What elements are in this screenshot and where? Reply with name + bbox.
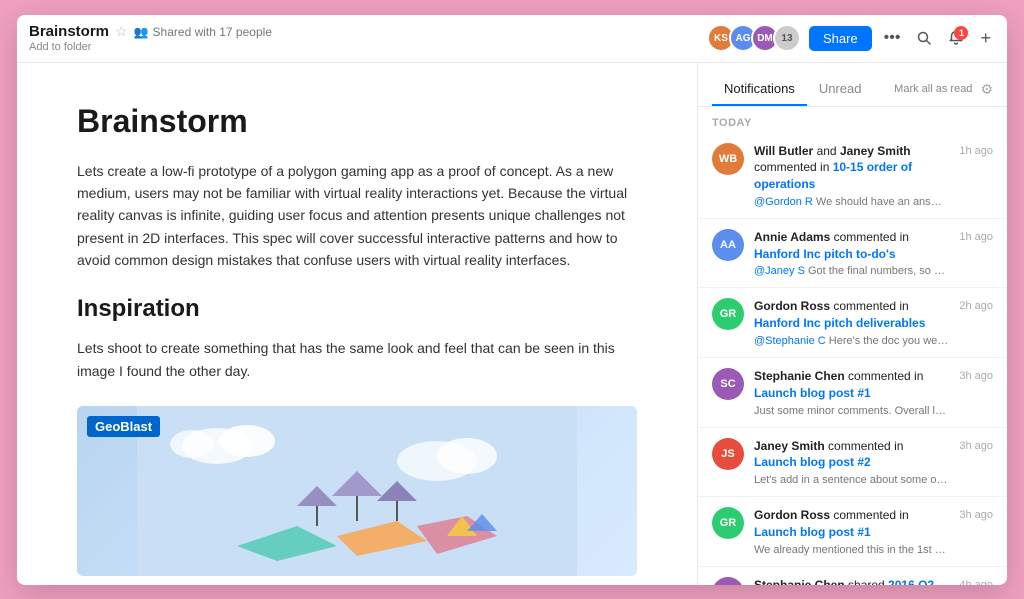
notif-content: Will Butler and Janey Smith commented in… bbox=[754, 143, 949, 208]
notif-time: 1h ago bbox=[959, 229, 993, 278]
notif-time: 3h ago bbox=[959, 438, 993, 487]
notif-time: 1h ago bbox=[959, 143, 993, 208]
list-item[interactable]: AA Annie Adams commented in Hanford Inc … bbox=[698, 219, 1007, 289]
more-options-button[interactable]: ••• bbox=[880, 25, 905, 51]
notif-main-text: Annie Adams commented in Hanford Inc pit… bbox=[754, 229, 949, 263]
avatars-group: KS AG DM 13 bbox=[707, 24, 801, 52]
notification-panel: Notifications Unread Mark all as read ⚙ … bbox=[697, 63, 1007, 585]
add-button[interactable]: + bbox=[976, 24, 995, 53]
list-item[interactable]: GR Gordon Ross commented in Hanford Inc … bbox=[698, 288, 1007, 358]
doc-paragraph-2: Lets shoot to create something that has … bbox=[77, 337, 637, 382]
avatar: GR bbox=[712, 507, 744, 539]
avatar-count: 13 bbox=[773, 24, 801, 52]
today-label: TODAY bbox=[698, 107, 1007, 133]
notif-time: 4h ago bbox=[959, 577, 993, 585]
shared-info: 👥 Shared with 17 people bbox=[134, 25, 272, 39]
people-icon: 👥 bbox=[134, 25, 149, 39]
notif-tabs-row: Notifications Unread Mark all as read ⚙ bbox=[712, 73, 993, 106]
add-folder-link[interactable]: Add to folder bbox=[29, 41, 707, 53]
notif-main-text: Will Butler and Janey Smith commented in… bbox=[754, 143, 949, 193]
notif-content: Gordon Ross commented in Launch blog pos… bbox=[754, 507, 949, 556]
tab-unread[interactable]: Unread bbox=[807, 73, 874, 106]
notif-time: 3h ago bbox=[959, 507, 993, 556]
doc-paragraph-1: Lets create a low-fi prototype of a poly… bbox=[77, 160, 637, 272]
shared-label: Shared with 17 people bbox=[153, 25, 272, 39]
avatar: JS bbox=[712, 438, 744, 470]
document-area: Brainstorm Lets create a low-fi prototyp… bbox=[17, 63, 697, 585]
notif-time: 3h ago bbox=[959, 368, 993, 417]
share-button[interactable]: Share bbox=[809, 26, 872, 51]
doc-title: Brainstorm bbox=[29, 23, 109, 40]
list-item[interactable]: SC Stephanie Chen shared 2016 Q2 goals w… bbox=[698, 567, 1007, 585]
notif-content: Stephanie Chen shared 2016 Q2 goals wrap… bbox=[754, 577, 949, 585]
topbar-left: Brainstorm ☆ 👥 Shared with 17 people Add… bbox=[29, 23, 707, 53]
notif-content: Gordon Ross commented in Hanford Inc pit… bbox=[754, 298, 949, 347]
inspiration-heading: Inspiration bbox=[77, 295, 637, 323]
notif-sub-text: @Gordon R We should have an answer on th… bbox=[754, 196, 949, 208]
topbar-right: KS AG DM 13 Share ••• 1 + bbox=[707, 24, 995, 53]
notif-sub-text: @Stephanie C Here's the doc you were loo… bbox=[754, 335, 949, 347]
notif-sub-text: Just some minor comments. Overall looks … bbox=[754, 405, 949, 417]
notif-main-text: Stephanie Chen shared 2016 Q2 goals wrap… bbox=[754, 577, 949, 585]
list-item[interactable]: SC Stephanie Chen commented in Launch bl… bbox=[698, 358, 1007, 428]
notif-content: Annie Adams commented in Hanford Inc pit… bbox=[754, 229, 949, 278]
avatar: GR bbox=[712, 298, 744, 330]
notif-content: Janey Smith commented in Launch blog pos… bbox=[754, 438, 949, 487]
list-item[interactable]: GR Gordon Ross commented in Launch blog … bbox=[698, 497, 1007, 567]
doc-heading: Brainstorm bbox=[77, 103, 637, 140]
avatar: AA bbox=[712, 229, 744, 261]
geoblast-badge: GeoBlast bbox=[87, 416, 160, 437]
avatar: SC bbox=[712, 368, 744, 400]
illustration-svg bbox=[77, 406, 637, 576]
star-icon[interactable]: ☆ bbox=[115, 23, 128, 40]
notification-badge: 1 bbox=[954, 26, 968, 40]
list-item[interactable]: WB Will Butler and Janey Smith commented… bbox=[698, 133, 1007, 219]
notif-sub-text: Let's add in a sentence about some of th… bbox=[754, 474, 949, 486]
notif-main-text: Stephanie Chen commented in Launch blog … bbox=[754, 368, 949, 402]
doc-image: GeoBlast bbox=[77, 406, 637, 576]
tab-notifications[interactable]: Notifications bbox=[712, 73, 807, 106]
topbar: Brainstorm ☆ 👥 Shared with 17 people Add… bbox=[17, 15, 1007, 63]
list-item[interactable]: JS Janey Smith commented in Launch blog … bbox=[698, 428, 1007, 498]
notifications-button[interactable]: 1 bbox=[944, 26, 968, 50]
search-button[interactable] bbox=[912, 26, 936, 50]
notif-sub-text: We already mentioned this in the 1st par… bbox=[754, 544, 949, 556]
notif-main-text: Gordon Ross commented in Hanford Inc pit… bbox=[754, 298, 949, 332]
notif-main-text: Gordon Ross commented in Launch blog pos… bbox=[754, 507, 949, 541]
avatar: WB bbox=[712, 143, 744, 175]
avatar: SC bbox=[712, 577, 744, 585]
notification-list: TODAY WB Will Butler and Janey Smith com… bbox=[698, 107, 1007, 585]
gear-icon[interactable]: ⚙ bbox=[980, 81, 993, 98]
title-row: Brainstorm ☆ 👥 Shared with 17 people bbox=[29, 23, 707, 40]
notif-main-text: Janey Smith commented in Launch blog pos… bbox=[754, 438, 949, 472]
app-window: Brainstorm ☆ 👥 Shared with 17 people Add… bbox=[17, 15, 1007, 585]
notif-header: Notifications Unread Mark all as read ⚙ bbox=[698, 63, 1007, 107]
notif-content: Stephanie Chen commented in Launch blog … bbox=[754, 368, 949, 417]
notif-header-right: Mark all as read ⚙ bbox=[894, 81, 993, 98]
notif-time: 2h ago bbox=[959, 298, 993, 347]
notif-sub-text: @Janey S Got the final numbers, so we're… bbox=[754, 265, 949, 277]
main-area: Brainstorm Lets create a low-fi prototyp… bbox=[17, 63, 1007, 585]
mark-all-read[interactable]: Mark all as read bbox=[894, 83, 972, 95]
